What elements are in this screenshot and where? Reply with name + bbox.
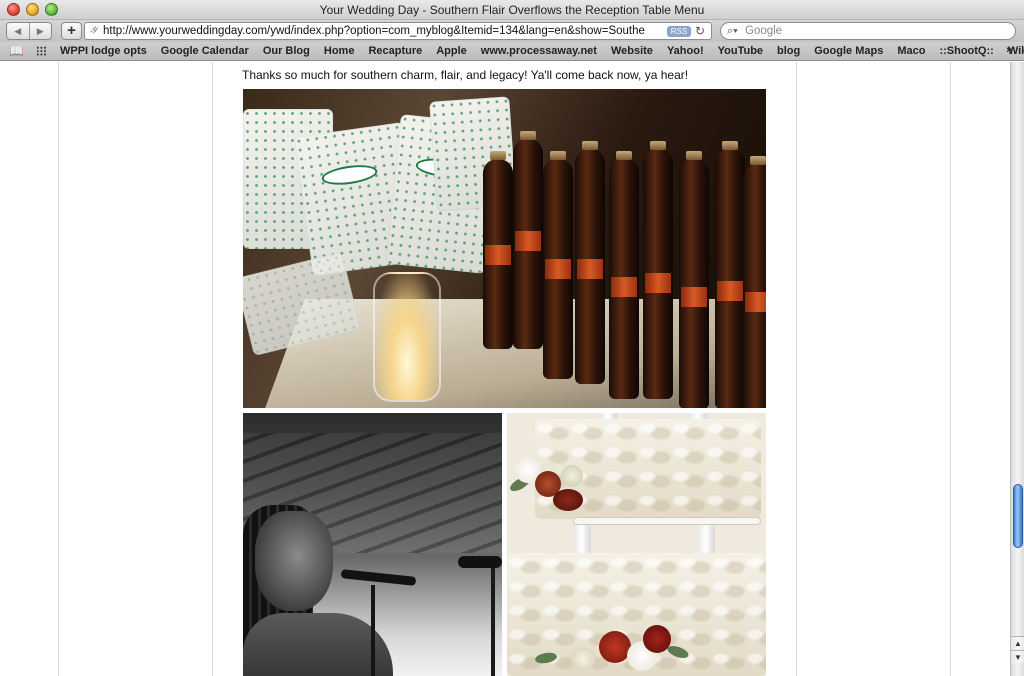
column-divider xyxy=(58,62,59,676)
cola-bottle xyxy=(743,156,766,408)
bookmark-item[interactable]: ::ShootQ:: xyxy=(939,45,993,57)
bookmark-item[interactable]: Google Maps xyxy=(814,45,883,57)
doughnuts-and-cola-photo[interactable] xyxy=(243,89,766,408)
back-button[interactable]: ◀ xyxy=(7,23,29,39)
forward-button[interactable]: ▶ xyxy=(28,23,52,39)
scroll-up-arrow-icon[interactable]: ▲ xyxy=(1011,636,1024,649)
cola-bottle xyxy=(543,151,573,379)
scroll-down-arrow-icon[interactable]: ▼ xyxy=(1011,650,1024,663)
site-favicon-icon: 𝒴 xyxy=(89,25,97,36)
forward-arrow-icon: ▶ xyxy=(36,25,44,36)
add-bookmark-button[interactable]: + xyxy=(61,22,82,40)
bookmark-item[interactable]: Maco xyxy=(897,45,925,57)
search-field[interactable]: ⌕▾ Google xyxy=(720,22,1016,40)
bookmark-items: WPPI lodge opts Google Calendar Our Blog Ho… xyxy=(60,45,1024,57)
bookmark-item[interactable]: Yahoo! xyxy=(667,45,704,57)
flower xyxy=(553,489,583,511)
page-content: Thanks so much for southern charm, flair… xyxy=(0,62,1010,676)
singer-photo[interactable] xyxy=(243,413,502,676)
bookmark-item[interactable]: Home xyxy=(324,45,355,57)
search-placeholder: Google xyxy=(745,25,783,37)
bookmark-item[interactable]: Google Calendar xyxy=(161,45,249,57)
intro-text: Thanks so much for southern charm, flair… xyxy=(242,68,689,82)
reload-icon[interactable]: ↻ xyxy=(695,24,705,38)
bookmark-item[interactable]: Recapture xyxy=(368,45,422,57)
column-divider xyxy=(796,62,797,676)
rss-button[interactable]: RSS xyxy=(667,26,691,37)
column-divider xyxy=(950,62,951,676)
scrollbar-thumb[interactable] xyxy=(1013,484,1023,548)
cola-bottle xyxy=(715,141,745,408)
plus-icon: + xyxy=(67,22,76,39)
title-bar: Your Wedding Day - Southern Flair Overfl… xyxy=(0,0,1024,20)
cola-bottle xyxy=(513,131,543,349)
bookmark-item[interactable]: blog xyxy=(777,45,800,57)
column-divider xyxy=(212,62,213,676)
mic-stand xyxy=(371,585,375,676)
flower xyxy=(561,465,583,487)
cake-plate xyxy=(573,517,761,525)
bookmark-item[interactable]: YouTube xyxy=(718,45,763,57)
cola-bottle xyxy=(609,151,639,399)
bookmarks-bar: 📖 WPPI lodge opts Google Calendar Our Blog… xyxy=(0,42,1024,61)
microphone xyxy=(458,556,502,568)
microphone xyxy=(340,569,417,586)
back-arrow-icon: ◀ xyxy=(14,25,22,36)
wedding-cake-photo[interactable] xyxy=(507,413,766,676)
bookmark-item[interactable]: Apple xyxy=(436,45,467,57)
bookmark-item[interactable]: Website xyxy=(611,45,653,57)
search-icon: ⌕▾ xyxy=(727,25,738,37)
bookmark-item[interactable]: Our Blog xyxy=(263,45,310,57)
cola-bottle xyxy=(679,151,709,408)
show-all-bookmarks-icon[interactable]: 📖 xyxy=(9,45,24,57)
singer-head xyxy=(255,511,333,611)
vertical-scrollbar[interactable]: ▲ ▼ xyxy=(1010,62,1024,676)
bookmark-item[interactable]: WPPI lodge opts xyxy=(60,45,147,57)
nav-buttons: ◀ ▶ xyxy=(6,22,52,40)
window-title: Your Wedding Day - Southern Flair Overfl… xyxy=(319,3,705,17)
flower xyxy=(643,625,671,653)
url-text[interactable]: http://www.yourweddingday.com/ywd/index.… xyxy=(103,25,663,37)
browser-toolbar: ◀ ▶ + 𝒴 http://www.yourweddingday.com/yw… xyxy=(0,20,1024,42)
cola-bottle xyxy=(643,141,673,399)
cola-bottle xyxy=(575,141,605,384)
cola-bottle xyxy=(483,151,513,349)
address-bar[interactable]: 𝒴 http://www.yourweddingday.com/ywd/inde… xyxy=(84,22,712,40)
mic-stand xyxy=(491,563,495,676)
top-sites-grid-icon[interactable] xyxy=(36,46,47,56)
more-bookmarks-icon[interactable]: » xyxy=(1006,44,1012,56)
votive-candle xyxy=(373,272,441,402)
bookmark-item[interactable]: www.processaway.net xyxy=(481,45,597,57)
flower xyxy=(571,647,595,671)
